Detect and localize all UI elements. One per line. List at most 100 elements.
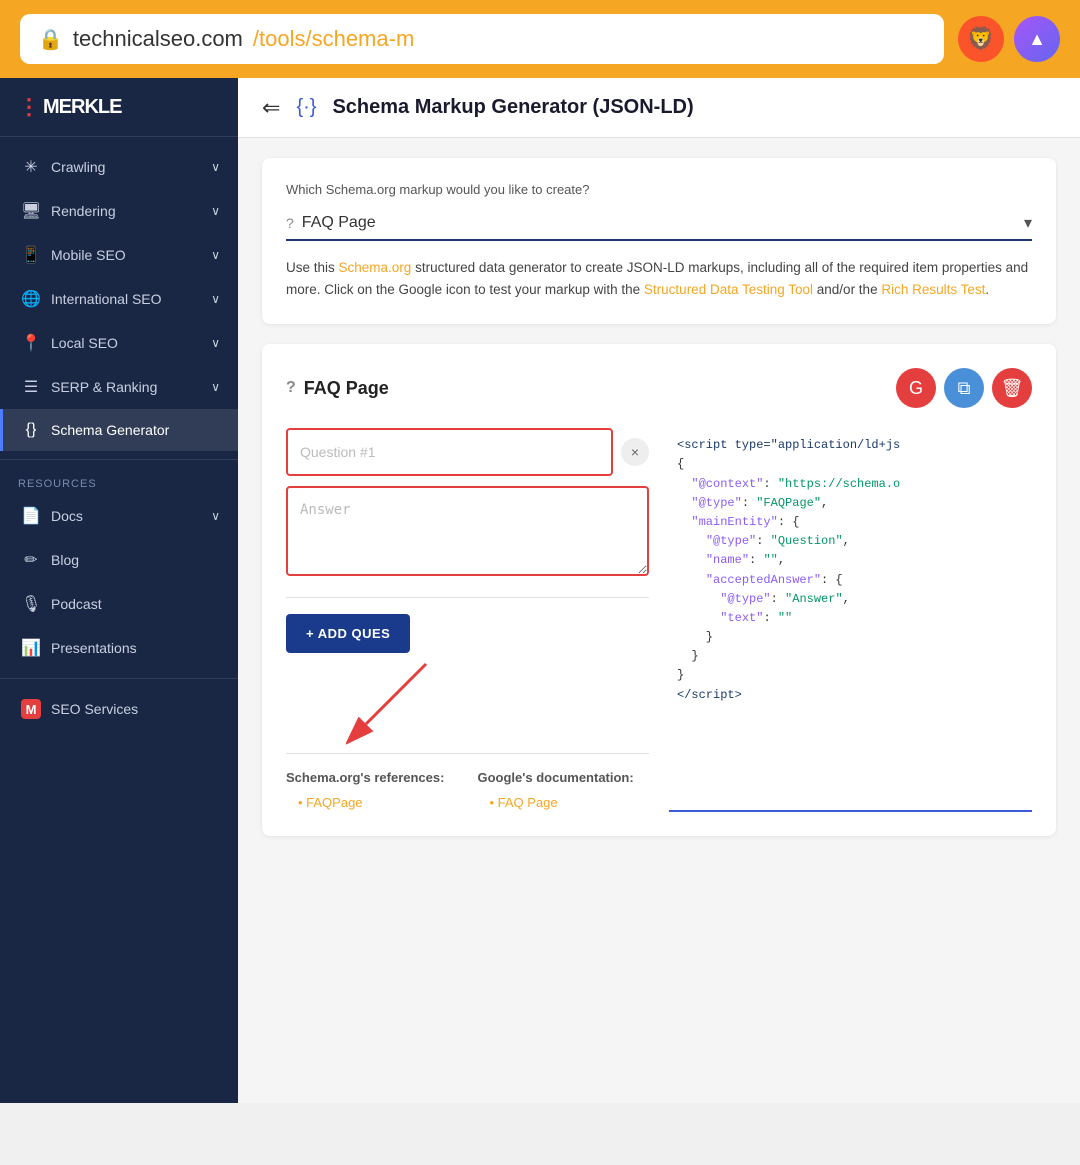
schema-org-link[interactable]: Schema.org <box>339 260 412 275</box>
merkle-m-icon: ⋮ <box>18 94 39 120</box>
question-block: × <box>286 428 649 581</box>
answer-input[interactable] <box>286 486 649 576</box>
sidebar-item-schema-generator[interactable]: {} Schema Generator <box>0 409 238 451</box>
docs-icon: 📄 <box>21 506 41 526</box>
sidebar-item-serp-ranking[interactable]: ☰ SERP & Ranking ∨ <box>0 365 238 409</box>
international-seo-icon: 🌐 <box>21 289 41 309</box>
content-wrapper: Which Schema.org markup would you like t… <box>238 138 1080 856</box>
chevron-icon: ∨ <box>211 336 220 350</box>
faq-actions: G ⧉ 🗑 <box>896 368 1032 408</box>
sidebar-item-docs[interactable]: 📄 Docs ∨ <box>0 494 238 538</box>
faq-page-google-link[interactable]: • FAQ Page <box>490 793 650 812</box>
rich-results-link[interactable]: Rich Results Test <box>881 282 985 297</box>
faq-card: ? FAQ Page G ⧉ 🗑 <box>262 344 1056 836</box>
main-container: ⇐ {·} Schema Markup Generator (JSON-LD) … <box>238 78 1080 1103</box>
sidebar-item-podcast[interactable]: 🎙 Podcast <box>0 582 238 626</box>
json-code-block: <script type="application/ld+js { "@cont… <box>669 428 1032 713</box>
json-code-panel: <script type="application/ld+js { "@cont… <box>669 428 1032 812</box>
podcast-icon: 🎙 <box>21 594 41 614</box>
back-button[interactable]: ⇐ <box>262 95 280 121</box>
sidebar-item-label: Mobile SEO <box>51 247 126 263</box>
lock-icon: 🔒 <box>38 27 63 52</box>
app-layout: ⋮ MERKLE ✳ Crawling ∨ 🖥 Rendering ∨ 📱 Mo… <box>0 78 1080 1103</box>
faq-title-text: FAQ Page <box>304 378 389 399</box>
schema-header-icon: {·} <box>296 96 316 119</box>
faq-form: × + ADD QUES <box>286 428 649 812</box>
crawling-icon: ✳ <box>21 157 41 177</box>
sidebar-item-rendering[interactable]: 🖥 Rendering ∨ <box>0 189 238 233</box>
schema-select-wrapper[interactable]: ? FAQ Page ▾ <box>286 207 1032 241</box>
faq-select-icon: ? <box>286 215 294 231</box>
sidebar-item-label: Podcast <box>51 596 102 612</box>
schema-selected-value: FAQ Page <box>302 214 1016 232</box>
references-row: Schema.org's references: • FAQPage Googl… <box>286 753 649 812</box>
sidebar-item-international-seo[interactable]: 🌐 International SEO ∨ <box>0 277 238 321</box>
schema-generator-icon: {} <box>21 421 41 439</box>
add-question-button[interactable]: + ADD QUES <box>286 614 410 653</box>
sidebar-item-label: Presentations <box>51 640 137 656</box>
sidebar-item-label: Local SEO <box>51 335 118 351</box>
address-bar[interactable]: 🔒 technicalseo.com/tools/schema-m <box>20 14 944 64</box>
chevron-icon: ∨ <box>211 292 220 306</box>
merkle-logo-text: MERKLE <box>43 96 121 119</box>
faqpage-ref-link[interactable]: • FAQPage <box>298 793 458 812</box>
seo-services-badge: M <box>21 699 41 719</box>
main-header: ⇐ {·} Schema Markup Generator (JSON-LD) <box>238 78 1080 138</box>
brave-browser-icon[interactable]: 🦁 <box>958 16 1004 62</box>
presentations-icon: 📊 <box>21 638 41 658</box>
structured-data-link[interactable]: Structured Data Testing Tool <box>644 282 813 297</box>
local-seo-icon: 📍 <box>21 333 41 353</box>
faq-title: ? FAQ Page <box>286 378 389 399</box>
sidebar-item-label: Crawling <box>51 159 105 175</box>
sidebar-item-seo-services[interactable]: M SEO Services <box>0 687 238 731</box>
faq-title-icon: ? <box>286 379 296 397</box>
google-test-button[interactable]: G <box>896 368 936 408</box>
page-title: Schema Markup Generator (JSON-LD) <box>332 96 693 119</box>
nav-divider-bottom <box>0 678 238 679</box>
sidebar-nav: ✳ Crawling ∨ 🖥 Rendering ∨ 📱 Mobile SEO … <box>0 137 238 1103</box>
question-row: × <box>286 428 649 476</box>
sidebar-item-presentations[interactable]: 📊 Presentations <box>0 626 238 670</box>
rendering-icon: 🖥 <box>21 201 41 221</box>
sidebar-item-crawling[interactable]: ✳ Crawling ∨ <box>0 145 238 189</box>
arrow-container: + ADD QUES <box>286 614 649 653</box>
faq-header: ? FAQ Page G ⧉ 🗑 <box>286 368 1032 408</box>
sidebar-item-label: SERP & Ranking <box>51 379 157 395</box>
blog-icon: ✏ <box>21 550 41 570</box>
chevron-icon: ∨ <box>211 248 220 262</box>
schema-references: Schema.org's references: • FAQPage <box>286 770 458 812</box>
chevron-icon: ∨ <box>211 380 220 394</box>
sidebar-item-label: Schema Generator <box>51 422 169 438</box>
close-question-button[interactable]: × <box>621 438 649 466</box>
merkle-logo: ⋮ MERKLE <box>18 94 121 120</box>
copy-button[interactable]: ⧉ <box>944 368 984 408</box>
sidebar-header: ⋮ MERKLE <box>0 78 238 137</box>
schema-selector-card: Which Schema.org markup would you like t… <box>262 158 1056 324</box>
url-domain: technicalseo.com <box>73 26 243 52</box>
chevron-icon: ∨ <box>211 204 220 218</box>
arrow-annotation <box>346 644 506 764</box>
sidebar-item-label: Blog <box>51 552 79 568</box>
sidebar-item-blog[interactable]: ✏ Blog <box>0 538 238 582</box>
question-input[interactable] <box>286 428 613 476</box>
seo-services-label: SEO Services <box>51 701 138 717</box>
browser-bar: 🔒 technicalseo.com/tools/schema-m 🦁 ▲ <box>0 0 1080 78</box>
browser-icons: 🦁 ▲ <box>958 16 1060 62</box>
faq-columns: × + ADD QUES <box>286 428 1032 812</box>
sidebar-item-label: Rendering <box>51 203 116 219</box>
add-question-label: + ADD QUES <box>306 626 390 641</box>
schema-ref-label: Schema.org's references: <box>286 770 458 785</box>
serp-ranking-icon: ☰ <box>21 377 41 397</box>
sidebar-item-local-seo[interactable]: 📍 Local SEO ∨ <box>0 321 238 365</box>
sidebar: ⋮ MERKLE ✳ Crawling ∨ 🖥 Rendering ∨ 📱 Mo… <box>0 78 238 1103</box>
delete-button[interactable]: 🗑 <box>992 368 1032 408</box>
chevron-icon: ∨ <box>211 509 220 523</box>
prism-icon[interactable]: ▲ <box>1014 16 1060 62</box>
url-path: /tools/schema-m <box>253 26 414 52</box>
schema-description: Use this Schema.org structured data gene… <box>286 257 1032 300</box>
dropdown-arrow-icon: ▾ <box>1024 213 1032 233</box>
sidebar-item-mobile-seo[interactable]: 📱 Mobile SEO ∨ <box>0 233 238 277</box>
nav-divider <box>0 459 238 460</box>
sidebar-item-label: International SEO <box>51 291 162 307</box>
sidebar-item-label: Docs <box>51 508 83 524</box>
